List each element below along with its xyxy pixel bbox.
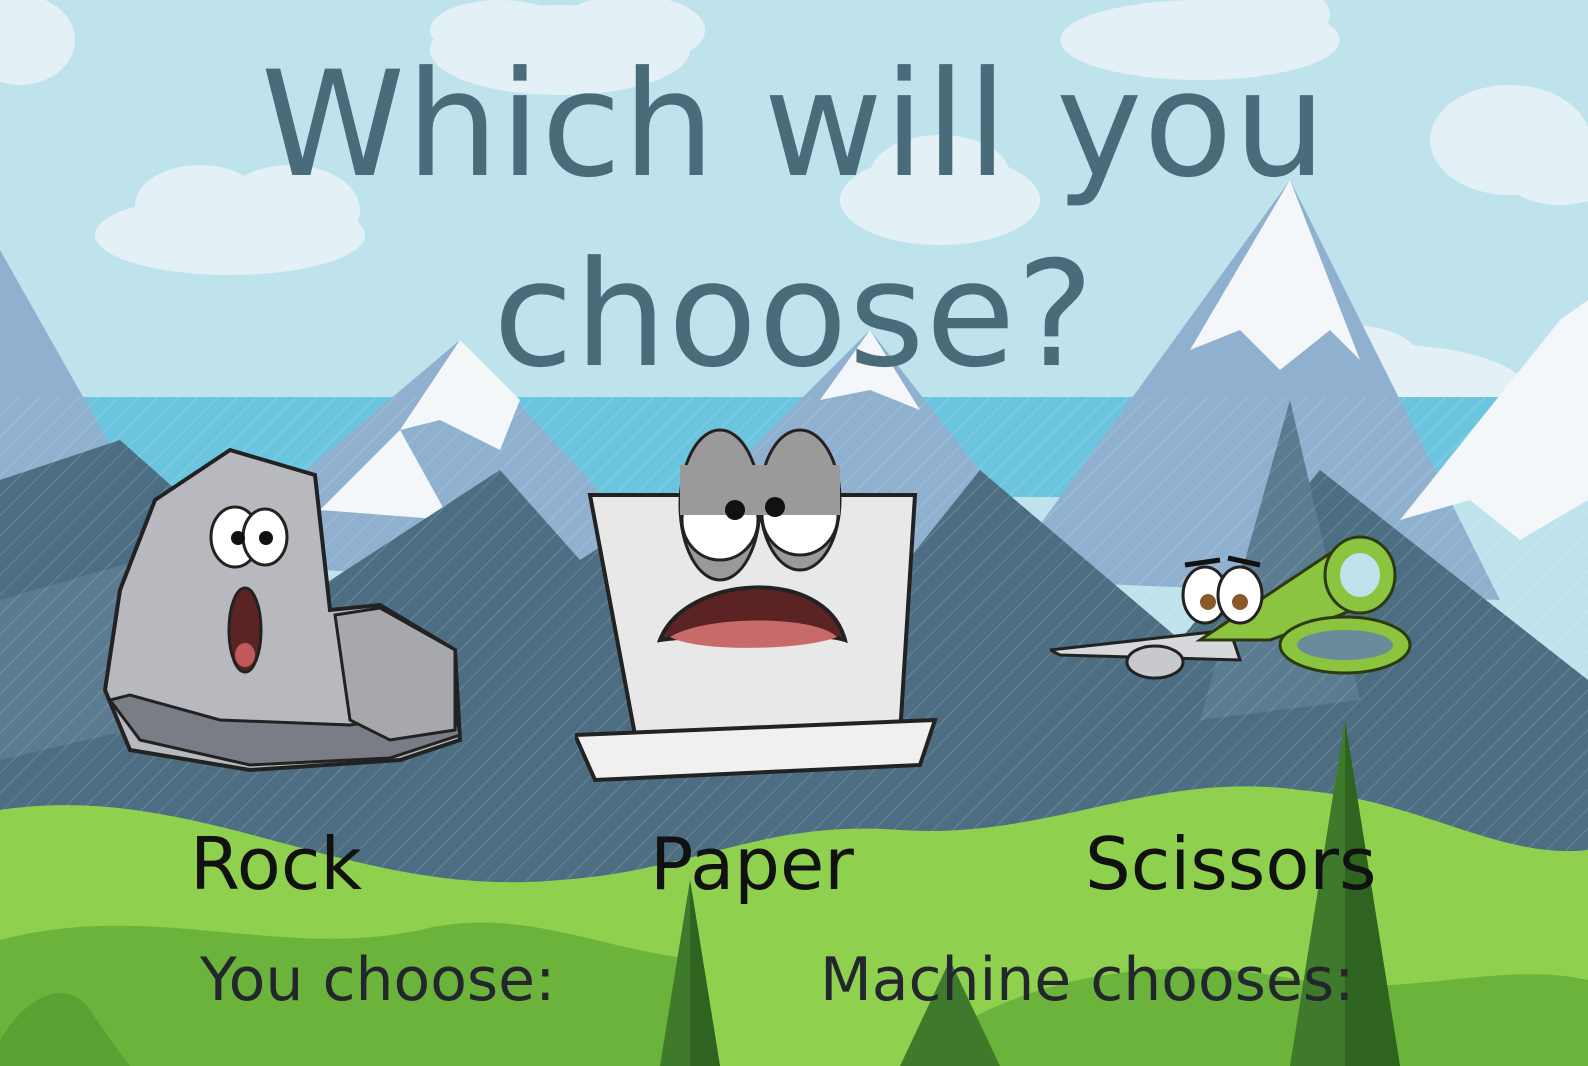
scissors-label[interactable]: Scissors <box>1085 822 1376 906</box>
scissors-character-icon <box>1044 535 1412 680</box>
rock-label[interactable]: Rock <box>190 822 362 906</box>
scissors-choice-button[interactable] <box>1044 530 1420 700</box>
paper-character-icon <box>571 428 938 783</box>
page-title: Which will you choose? <box>260 40 1328 400</box>
rock-choice-button[interactable] <box>100 440 470 780</box>
rock-character-icon <box>102 447 463 773</box>
you-choose-label: You choose: <box>200 945 556 1015</box>
machine-chooses-label: Machine chooses: <box>820 945 1355 1015</box>
paper-label[interactable]: Paper <box>650 822 854 906</box>
paper-choice-button[interactable] <box>571 425 945 795</box>
